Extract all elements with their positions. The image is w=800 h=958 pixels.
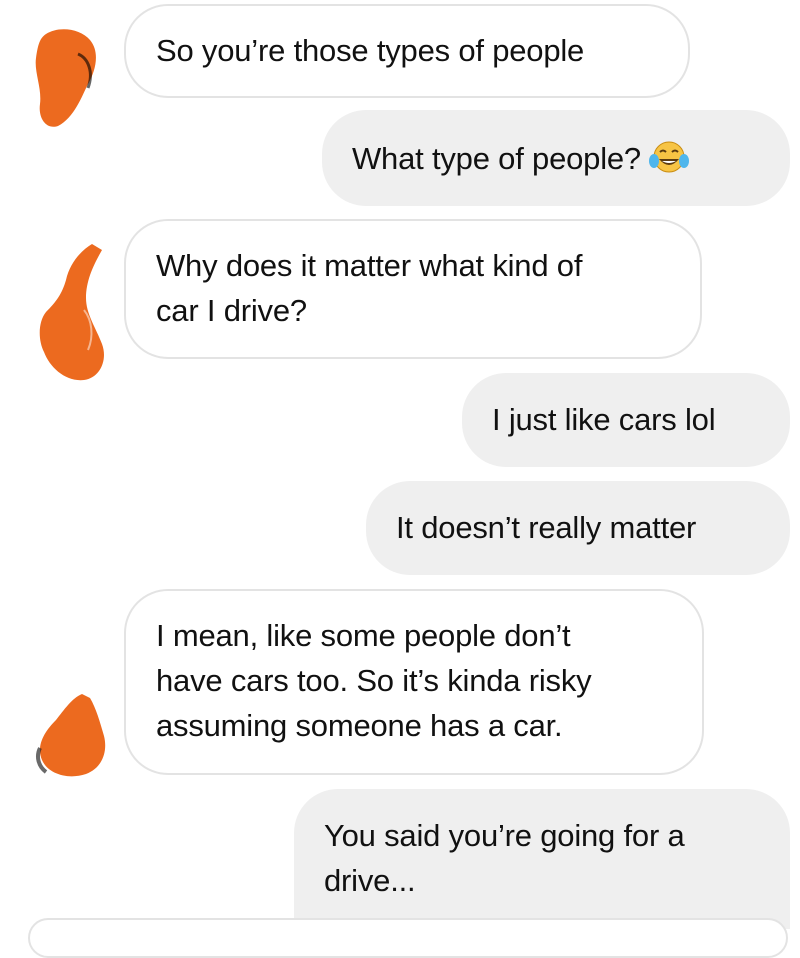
message-text-line-3: assuming someone has a car.: [156, 708, 563, 743]
outgoing-message[interactable]: It doesn’t really matter: [366, 481, 790, 575]
message-text: It doesn’t really matter: [396, 510, 697, 545]
message-text-line-1: You said you’re going for a: [324, 818, 685, 853]
redacted-avatar-icon[interactable]: [32, 240, 112, 390]
incoming-message[interactable]: So you’re those types of people: [124, 4, 690, 98]
message-text-line-2: drive...: [324, 863, 416, 898]
redacted-avatar-icon[interactable]: [34, 690, 114, 780]
message-text: I just like cars lol: [492, 402, 716, 437]
message-text-line: What type of people?: [352, 136, 760, 181]
message-thread: So you’re those types of people What typ…: [0, 0, 800, 958]
message-text-line-2: have cars too. So it’s kinda risky: [156, 663, 592, 698]
outgoing-message[interactable]: What type of people?: [322, 110, 790, 206]
incoming-message[interactable]: Why does it matter what kind of car I dr…: [124, 219, 702, 359]
message-text-line-1: Why does it matter what kind of: [156, 248, 583, 283]
outgoing-message[interactable]: I just like cars lol: [462, 373, 790, 467]
partial-message-bubble: [28, 918, 788, 958]
message-text-line-2: car I drive?: [156, 293, 307, 328]
incoming-message[interactable]: I mean, like some people don’t have cars…: [124, 589, 704, 775]
message-text-line-1: I mean, like some people don’t: [156, 618, 571, 653]
message-text: What type of people?: [352, 141, 641, 176]
message-text: So you’re those types of people: [156, 33, 585, 68]
redacted-avatar-icon[interactable]: [28, 22, 108, 132]
face-with-tears-of-joy-icon: [648, 141, 689, 173]
outgoing-message[interactable]: You said you’re going for a drive...: [294, 789, 790, 929]
